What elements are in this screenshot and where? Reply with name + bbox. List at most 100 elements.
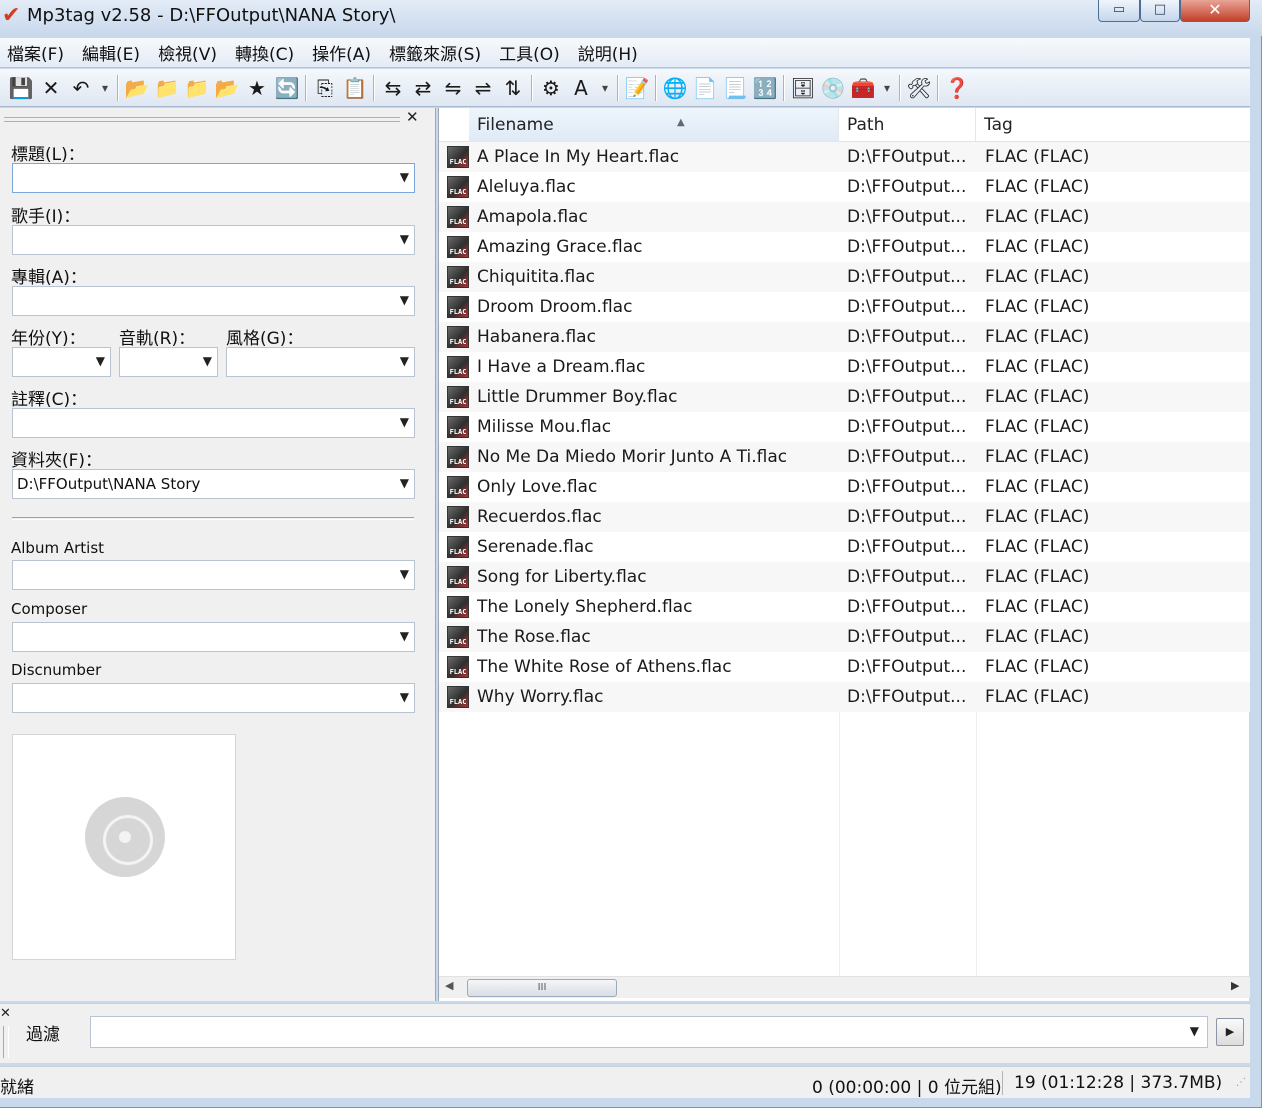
table-row[interactable]: FLAC Why Worry.flac D:\FFOutput... FLAC (FL…: [439, 682, 1250, 712]
cell-tag: FLAC (FLAC): [985, 507, 1090, 527]
tag-panel-grip[interactable]: [4, 117, 400, 122]
table-row[interactable]: FLAC Only Love.flac D:\FFOutput... FLAC (FL…: [439, 472, 1250, 502]
chevron-down-icon[interactable]: ▼: [400, 293, 409, 307]
resize-grip-icon[interactable]: ⋰: [1236, 1077, 1248, 1095]
filter-grip[interactable]: [3, 1026, 9, 1058]
table-row[interactable]: FLAC Amapola.flac D:\FFOutput... FLAC (FLAC…: [439, 202, 1250, 232]
table-row[interactable]: FLAC The White Rose of Athens.flac D:\FFOu…: [439, 652, 1250, 682]
maximize-button[interactable]: □: [1140, 0, 1180, 22]
tag-tag-icon[interactable]: ⇅: [498, 73, 528, 103]
chevron-down-icon[interactable]: ▼: [400, 232, 409, 246]
web-source-icon[interactable]: 🌐: [660, 73, 690, 103]
title-field[interactable]: ▼: [12, 163, 415, 193]
close-button[interactable]: ✕: [1180, 0, 1250, 22]
filter-input[interactable]: ▼: [90, 1016, 1208, 1048]
chevron-down-icon[interactable]: ▼: [96, 354, 105, 368]
menu-file[interactable]: 檔案(F): [0, 40, 75, 65]
change-directory-icon[interactable]: 📂: [122, 73, 152, 103]
menu-tag-sources[interactable]: 標籤來源(S): [382, 40, 492, 65]
menu-convert[interactable]: 轉換(C): [228, 40, 305, 65]
save-icon[interactable]: 💾: [6, 73, 36, 103]
copy-tag-icon[interactable]: ⎘: [310, 73, 340, 103]
refresh-icon[interactable]: 🔄: [272, 73, 302, 103]
undo-dropdown-icon[interactable]: ▾: [96, 73, 114, 103]
table-row[interactable]: FLAC Droom Droom.flac D:\FFOutput... FLAC (…: [439, 292, 1250, 322]
chevron-down-icon[interactable]: ▼: [400, 354, 409, 368]
playlist-icon[interactable]: 📃: [720, 73, 750, 103]
apply-filter-button[interactable]: ▶: [1216, 1018, 1244, 1046]
column-header-path[interactable]: Path: [839, 108, 976, 142]
sources-dropdown-icon[interactable]: ▾: [878, 73, 896, 103]
quick-actions-icon[interactable]: A: [566, 73, 596, 103]
menu-view[interactable]: 檢視(V): [151, 40, 228, 65]
table-row[interactable]: FLAC Recuerdos.flac D:\FFOutput... FLAC (FL…: [439, 502, 1250, 532]
open-playlist-icon[interactable]: 📂: [212, 73, 242, 103]
cover-art-box[interactable]: [12, 734, 236, 960]
chevron-down-icon[interactable]: ▼: [400, 567, 409, 581]
paste-tag-icon[interactable]: 📋: [340, 73, 370, 103]
filename-tag-icon[interactable]: ⇄: [408, 73, 438, 103]
chevron-down-icon[interactable]: ▼: [400, 415, 409, 429]
minimize-button[interactable]: ▭: [1098, 0, 1140, 22]
scroll-left-icon[interactable]: ◀: [445, 979, 453, 992]
chevron-down-icon[interactable]: ▼: [203, 354, 212, 368]
cd-icon[interactable]: 💿: [818, 73, 848, 103]
chevron-down-icon[interactable]: ▼: [400, 629, 409, 643]
genre-field[interactable]: ▼: [226, 347, 415, 377]
chevron-down-icon[interactable]: ▼: [400, 170, 409, 184]
menu-actions[interactable]: 操作(A): [305, 40, 382, 65]
actions-icon[interactable]: ⚙: [536, 73, 566, 103]
directory-field[interactable]: D:\FFOutput\NANA Story ▼: [12, 469, 415, 499]
menu-help[interactable]: 說明(H): [571, 40, 649, 65]
table-row[interactable]: FLAC The Rose.flac D:\FFOutput... FLAC (FLA…: [439, 622, 1250, 652]
menu-tools[interactable]: 工具(O): [492, 40, 571, 65]
table-row[interactable]: FLAC Song for Liberty.flac D:\FFOutput... F…: [439, 562, 1250, 592]
export-icon[interactable]: 📄: [690, 73, 720, 103]
table-row[interactable]: FLAC No Me Da Miedo Morir Junto A Ti.flac…: [439, 442, 1250, 472]
actions-dropdown-icon[interactable]: ▾: [596, 73, 614, 103]
album-field[interactable]: ▼: [12, 286, 415, 316]
extended-tags-icon[interactable]: 📝: [622, 73, 652, 103]
column-header-filename[interactable]: Filename ▲: [469, 108, 839, 142]
undo-icon[interactable]: ↶: [66, 73, 96, 103]
chevron-down-icon[interactable]: ▼: [400, 476, 409, 490]
options-icon[interactable]: 🛠: [904, 73, 934, 103]
remove-tag-icon[interactable]: ✕: [36, 73, 66, 103]
table-row[interactable]: FLAC Chiquitita.flac D:\FFOutput... FLAC (F…: [439, 262, 1250, 292]
table-row[interactable]: FLAC A Place In My Heart.flac D:\FFOutput.…: [439, 142, 1250, 172]
table-row[interactable]: FLAC Milisse Mou.flac D:\FFOutput... FLAC (…: [439, 412, 1250, 442]
album-artist-field[interactable]: ▼: [12, 560, 415, 590]
add-directory-icon[interactable]: 📁: [152, 73, 182, 103]
discnumber-field[interactable]: ▼: [12, 683, 415, 713]
scroll-right-icon[interactable]: ▶: [1231, 979, 1239, 992]
comment-field[interactable]: ▼: [12, 408, 415, 438]
artist-field[interactable]: ▼: [12, 225, 415, 255]
track-field[interactable]: ▼: [119, 347, 218, 377]
filename-filename-icon[interactable]: ⇋: [438, 73, 468, 103]
table-row[interactable]: FLAC The Lonely Shepherd.flac D:\FFOutput.…: [439, 592, 1250, 622]
menu-edit[interactable]: 編輯(E): [75, 40, 151, 65]
text-tag-icon[interactable]: ⇌: [468, 73, 498, 103]
composer-field[interactable]: ▼: [12, 622, 415, 652]
favorites-icon[interactable]: ★: [242, 73, 272, 103]
scrollbar-thumb[interactable]: III: [467, 979, 617, 997]
table-row[interactable]: FLAC Little Drummer Boy.flac D:\FFOutput..…: [439, 382, 1250, 412]
close-icon[interactable]: ✕: [406, 108, 419, 126]
open-folder-icon[interactable]: 📁: [182, 73, 212, 103]
table-row[interactable]: FLAC Habanera.flac D:\FFOutput... FLAC (FLA…: [439, 322, 1250, 352]
freedb-icon[interactable]: 🗄: [788, 73, 818, 103]
table-row[interactable]: FLAC I Have a Dream.flac D:\FFOutput... FLA…: [439, 352, 1250, 382]
table-row[interactable]: FLAC Serenade.flac D:\FFOutput... FLAC (FLA…: [439, 532, 1250, 562]
column-header-tag[interactable]: Tag: [976, 108, 1244, 142]
tag-sources-icon[interactable]: 🧰: [848, 73, 878, 103]
chevron-down-icon[interactable]: ▼: [1190, 1024, 1199, 1038]
tag-filename-icon[interactable]: ⇆: [378, 73, 408, 103]
horizontal-scrollbar[interactable]: ◀ III ▶: [439, 976, 1250, 998]
year-field[interactable]: ▼: [12, 347, 111, 377]
table-row[interactable]: FLAC Aleluya.flac D:\FFOutput... FLAC (FLAC…: [439, 172, 1250, 202]
chevron-down-icon[interactable]: ▼: [400, 690, 409, 704]
close-icon[interactable]: ✕: [0, 1006, 11, 1021]
table-row[interactable]: FLAC Amazing Grace.flac D:\FFOutput... FLAC…: [439, 232, 1250, 262]
autonumbering-icon[interactable]: 🔢: [750, 73, 780, 103]
help-icon[interactable]: ❓: [942, 73, 972, 103]
